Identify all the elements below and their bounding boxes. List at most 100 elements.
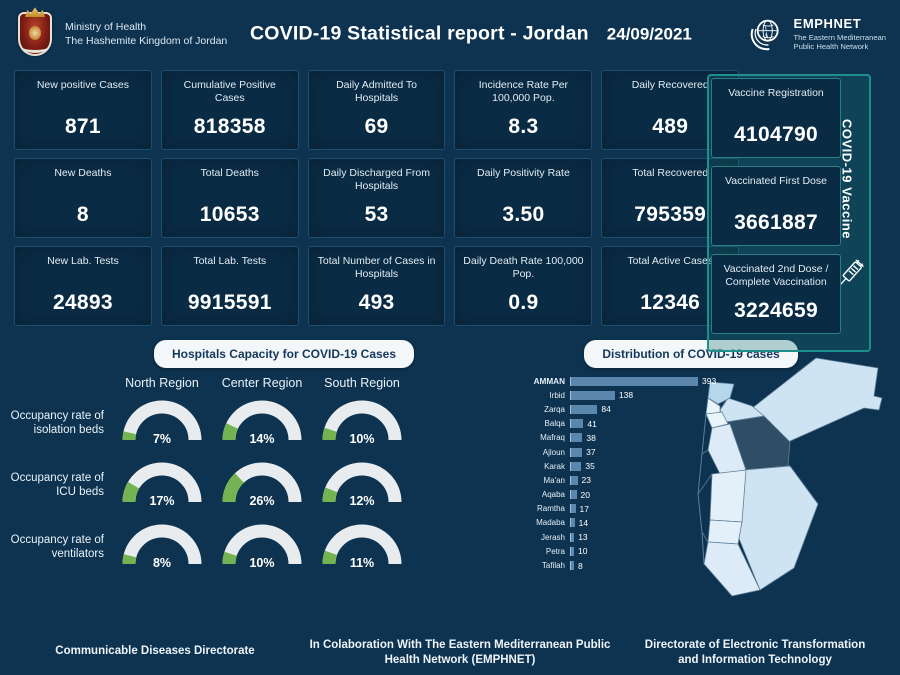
bar-category-label: Balqa [544,419,565,429]
gauge-value: 26% [249,494,275,508]
bar-value-label: 23 [581,475,591,486]
gauge-value: 8% [152,556,172,570]
gauge-cell: 12% [312,460,412,510]
gauge-value: 17% [149,494,175,508]
bar-category-label: Ma'an [543,475,565,485]
emphnet-name: EMPHNET [793,15,862,31]
jordan-coat-of-arms-icon [14,7,56,60]
bar-track: 138 [570,390,633,400]
bar-track: 8 [570,561,583,571]
bar-track: 10 [570,546,587,556]
stat-label: Daily Death Rate 100,000 Pop. [463,255,584,281]
stat-value: 493 [358,291,395,314]
gauge-cell: 14% [212,398,312,448]
stat-label: Total Number of Cases in Hospitals [317,255,436,281]
bar-row: Mafraq 38 [506,431,900,445]
region-header-south: South Region [324,376,400,390]
stat-label: Total Lab. Tests [193,255,267,267]
stat-card-vaccinated-first-dose[interactable]: Vaccinated First Dose 3661887 [711,166,841,246]
hospital-capacity-title: Hospitals Capacity for COVID-19 Cases [153,340,415,368]
occupancy-gauge: 8% [116,522,208,572]
gauge-value: 7% [152,432,172,446]
bar-fill [570,419,584,429]
stat-value: 3.50 [502,203,545,226]
bar-value-label: 393 [702,376,717,387]
bar-track: 37 [570,447,596,457]
gauge-value: 10% [349,432,375,446]
bar-category-label: Mafraq [540,433,565,443]
stat-card-cases-in-hospitals[interactable]: Total Number of Cases in Hospitals 493 [307,246,446,326]
stat-card-new-deaths[interactable]: New Deaths 8 [14,158,152,238]
bar-row: Ajloun 37 [506,445,900,459]
occupancy-gauge: 10% [216,522,308,572]
occupancy-gauge: 26% [216,460,308,510]
stat-card-vaccinated-second-dose[interactable]: Vaccinated 2nd Dose / Complete Vaccinati… [711,254,841,334]
bar-fill [570,390,615,400]
occupancy-gauge: 10% [316,398,408,448]
stat-card-daily-death-rate[interactable]: Daily Death Rate 100,000 Pop. 0.9 [454,246,593,326]
stat-value: 3224659 [734,299,818,322]
bar-track: 23 [570,475,591,485]
bar-category-label: Aqaba [541,490,565,500]
stat-card-incidence-rate[interactable]: Incidence Rate Per 100,000 Pop. 8.3 [454,70,593,150]
stat-card-cumulative-positive-cases[interactable]: Cumulative Positive Cases 818358 [160,70,299,150]
bar-track: 35 [570,461,595,471]
region-header-north: North Region [125,376,199,390]
gauge-row-label: Occupancy rate of ICU beds [10,471,104,498]
gauge-value: 10% [249,556,275,570]
bar-fill [570,475,578,485]
stat-value: 4104790 [734,123,818,146]
stat-value: 12346 [640,291,701,314]
stat-card-daily-admitted[interactable]: Daily Admitted To Hospitals 69 [307,70,446,150]
bar-row: Balqa 41 [506,417,900,431]
stat-card-daily-discharged[interactable]: Daily Discharged From Hospitals 53 [307,158,446,238]
bar-track: 14 [570,518,588,528]
footer-directorate: Communicable Diseases Directorate [55,644,255,657]
bar-fill [570,404,598,414]
bar-track: 84 [570,404,611,414]
bar-row: Tafilah 8 [506,558,900,572]
stat-card-new-lab-tests[interactable]: New Lab. Tests 24893 [14,246,152,326]
bar-value-label: 41 [587,418,597,429]
stat-card-daily-positivity-rate[interactable]: Daily Positivity Rate 3.50 [454,158,593,238]
stat-card-total-deaths[interactable]: Total Deaths 10653 [160,158,299,238]
bar-fill [570,561,574,571]
bar-fill [570,532,575,542]
stat-card-new-positive-cases[interactable]: New positive Cases 871 [14,70,152,150]
gauge-cell: 10% [212,522,312,572]
bar-value-label: 17 [579,503,589,514]
bar-row: Aqaba 20 [506,488,900,502]
stat-label: Daily Positivity Rate [477,167,570,179]
stat-card-vaccine-registration[interactable]: Vaccine Registration 4104790 [711,78,841,158]
stat-value: 795359 [634,203,707,226]
bar-row: Ma'an 23 [506,473,900,487]
stat-label: Incidence Rate Per 100,000 Pop. [478,79,569,105]
footer-collaboration-line2: Health Network (EMPHNET) [384,654,536,667]
stat-card-total-lab-tests[interactable]: Total Lab. Tests 9915591 [160,246,299,326]
gauge-cell: 26% [212,460,312,510]
bar-value-label: 14 [578,517,589,528]
bar-track: 41 [570,419,597,429]
bar-fill [570,376,698,386]
page-header: Ministry of Health The Hashemite Kingdom… [0,0,900,68]
stat-value: 818358 [193,115,266,138]
bar-value-label: 84 [601,404,611,415]
bar-row: Petra 10 [506,544,900,558]
occupancy-gauge: 17% [116,460,208,510]
footer-collaboration: In Colaboration With The Eastern Mediter… [300,638,620,669]
gauge-cell: 10% [312,398,412,448]
stat-label: Total Deaths [200,167,259,179]
bar-value-label: 35 [585,461,595,472]
bar-category-label: Madaba [536,518,565,528]
bar-row: AMMAN 393 [506,374,900,388]
bar-row: Zarqa 84 [506,402,900,416]
stat-value: 53 [364,203,389,226]
footer-electronic-transformation: Directorate of Electronic Transformation… [620,638,890,669]
emphnet-subtitle-2: Public Health Network [793,42,869,52]
stat-label: New positive Cases [36,79,130,91]
bar-category-label: Zarqa [544,404,565,414]
gauge-row: Occupancy rate of isolation beds 7% 14% 10% [0,392,500,454]
bar-fill [570,433,583,443]
stat-value: 8 [76,203,89,226]
emphnet-subtitle-1: The Eastern Mediterranean [793,32,886,42]
